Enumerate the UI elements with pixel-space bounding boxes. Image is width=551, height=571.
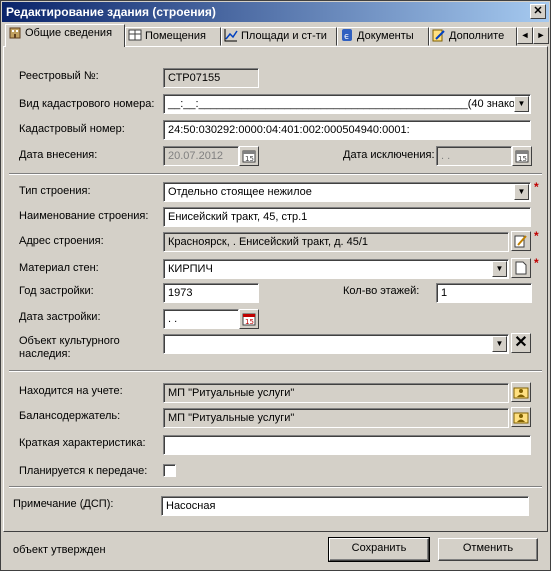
edit-building-dialog: Редактирование здания (строения) ✕ Общие… [0,0,551,571]
tab-rooms[interactable]: Помещения [125,27,221,46]
tab-documents[interactable]: ϵ Документы [337,27,429,46]
registered-at-field: МП "Ритуальные услуги" [163,383,509,403]
svg-text:15: 15 [245,155,254,163]
floors-input[interactable]: 1 [436,283,532,303]
entry-date-field: 20.07.2012 [163,146,239,166]
cultural-object-select[interactable]: ▼ [163,334,509,354]
chevron-down-icon[interactable]: ▼ [514,184,529,200]
build-date-label: Дата застройки: [19,311,101,323]
save-button[interactable]: Сохранить [328,537,430,562]
building-type-select[interactable]: Отдельно стоящее нежилое ▼ [163,182,531,202]
building-name-label: Наименование строения: [19,210,149,222]
address-edit-button[interactable] [511,231,531,251]
entry-date-label: Дата внесения: [19,149,98,161]
calendar-icon: 15 [242,313,256,329]
svg-text:15: 15 [245,318,254,326]
tab-strip: Общие сведения Помещения Площади и ст-ти… [3,24,549,47]
exclusion-date-calendar-button[interactable]: 15 [512,146,532,166]
cultural-object-label-line2: наследия: [19,348,71,360]
planned-transfer-label: Планируется к передаче: [19,465,148,477]
registered-at-label: Находится на учете: [19,385,123,397]
chart-icon [224,28,238,42]
building-name-input[interactable]: Енисейский тракт, 45, стр.1 [163,207,531,227]
cadastral-number-label: Кадастровый номер: [19,123,125,135]
window-title: Редактирование здания (строения) [6,5,216,19]
note-input[interactable]: Насосная [161,496,529,516]
balance-holder-select-button[interactable] [511,407,531,427]
title-bar: Редактирование здания (строения) ✕ [2,2,549,22]
close-button[interactable]: ✕ [530,4,546,19]
building-type-label: Тип строения: [19,185,91,197]
wall-material-dictionary-button[interactable] [511,258,531,278]
cadastral-type-label: Вид кадастрового номера: [19,98,155,110]
building-icon [8,25,22,39]
chevron-down-icon[interactable]: ▼ [514,96,529,112]
note-label: Примечание (ДСП): [13,498,114,510]
building-address-field: Красноярск, . Енисейский тракт, д. 45/1 [163,232,509,252]
floors-label: Кол-во этажей: [343,285,420,297]
cadastral-type-select[interactable]: __:__:__________________________________… [163,94,531,114]
tab-additional[interactable]: Дополните [429,27,517,46]
building-address-label: Адрес строения: [19,235,104,247]
build-date-input[interactable]: . . [163,309,239,329]
build-date-calendar-button[interactable]: 15 [239,309,259,329]
svg-text:ϵ: ϵ [344,32,350,42]
required-mark: * [534,180,539,194]
svg-text:15: 15 [518,155,527,163]
close-icon: ✕ [514,334,528,351]
document-icon: ϵ [340,28,354,42]
balance-holder-field: МП "Ритуальные услуги" [163,408,509,428]
cadastral-number-input[interactable]: 24:50:030292:0000:04:401:002:000504940:0… [163,120,531,140]
chevron-down-icon[interactable]: ▼ [492,261,507,277]
registered-at-select-button[interactable] [511,382,531,402]
tab-scroll-right-button[interactable]: ► [533,27,549,44]
tab-scroll-left-button[interactable]: ◄ [517,27,533,44]
contact-icon [513,412,529,427]
calendar-icon: 15 [515,150,529,166]
section-divider [9,486,542,488]
section-divider [9,370,542,372]
wall-material-select[interactable]: КИРПИЧ ▼ [163,259,509,279]
wall-material-label: Материал стен: [19,262,99,274]
registry-label: Реестровый №: [19,70,99,82]
tab-general[interactable]: Общие сведения [5,24,125,47]
new-document-icon [514,261,528,278]
tab-areas[interactable]: Площади и ст-ти [221,27,337,46]
entry-date-calendar-button[interactable]: 15 [239,146,259,166]
cultural-object-clear-button[interactable]: ✕ [511,333,531,353]
status-text: объект утвержден [13,544,106,556]
chevron-down-icon[interactable]: ▼ [492,336,507,352]
exclusion-date-field: . . [436,146,512,166]
registry-number-field: СТР07155 [163,68,259,88]
edit-pencil-icon [514,235,528,251]
contact-icon [513,387,529,402]
required-mark: * [534,229,539,243]
balance-holder-label: Балансодержатель: [19,410,121,422]
short-desc-input[interactable] [163,435,531,455]
planned-transfer-checkbox[interactable] [163,464,176,477]
short-desc-label: Краткая характеристика: [19,437,146,449]
section-divider [9,173,542,175]
edit-icon [432,28,446,42]
cancel-button[interactable]: Отменить [438,538,538,561]
grid-icon [128,28,142,42]
cultural-object-label-line1: Объект культурного [19,335,120,347]
exclusion-date-label: Дата исключения: [343,149,435,161]
calendar-icon: 15 [242,150,256,166]
build-year-label: Год застройки: [19,285,94,297]
required-mark: * [534,256,539,270]
build-year-input[interactable]: 1973 [163,283,259,303]
